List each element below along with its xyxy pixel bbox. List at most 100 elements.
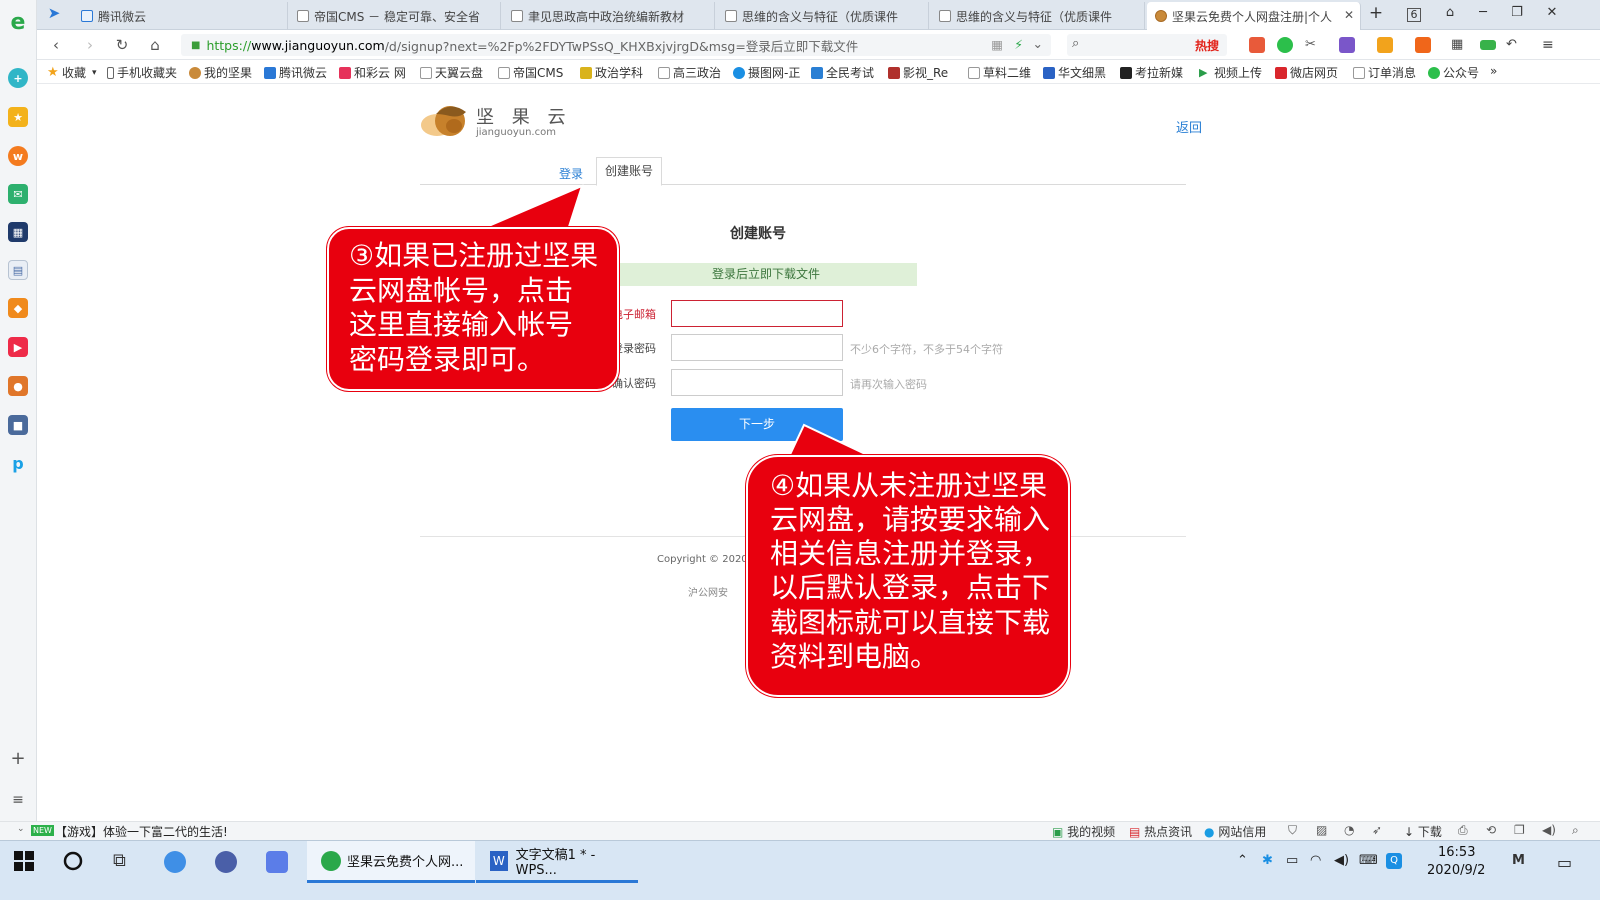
scissors-icon[interactable]: ✂: [1305, 37, 1321, 53]
battery-icon[interactable]: ▭: [1286, 853, 1298, 868]
bookmark-favorites[interactable]: ★ 收藏 ▾: [47, 64, 97, 81]
windows-start-icon[interactable]: [14, 851, 36, 873]
bluetooth-icon[interactable]: ✱: [1262, 853, 1273, 868]
rocket-icon[interactable]: ➶: [1372, 823, 1382, 837]
sidebar-app-icon[interactable]: ▦: [8, 222, 28, 242]
bookmark-item[interactable]: 考拉新媒: [1120, 64, 1183, 81]
sidebar-mail-icon[interactable]: ✉: [8, 184, 28, 204]
bookmark-item[interactable]: 订单消息: [1353, 64, 1416, 81]
password-field[interactable]: [671, 334, 843, 361]
window-icon[interactable]: ❐: [1514, 823, 1525, 837]
taskbar-wps-app[interactable]: W 文字文稿1 * - WPS...: [476, 841, 638, 883]
url-field[interactable]: ■ https://www.jianguoyun.com/d/signup?ne…: [181, 34, 1051, 56]
next-step-button[interactable]: 下一步: [671, 408, 843, 441]
jianguoyun-logo[interactable]: 坚 果 云 jianguoyun.com: [420, 100, 571, 140]
tab-jianguoyun[interactable]: 坚果云免费个人网盘注册|个人 ✕: [1147, 2, 1361, 30]
extension-icon[interactable]: [1415, 37, 1431, 53]
tab-politics[interactable]: 聿见思政高中政治统编新教材: [503, 2, 715, 30]
browser-logo-icon[interactable]: e: [8, 10, 28, 35]
bookmark-item[interactable]: 手机收藏夹: [107, 64, 177, 81]
tab-nav-icon[interactable]: ➤: [44, 4, 64, 22]
lightning-icon[interactable]: ⚡: [1014, 37, 1023, 52]
sidebar-add-icon[interactable]: +: [8, 748, 28, 769]
bookmark-overflow-button[interactable]: »: [1490, 64, 1497, 78]
bookmark-item[interactable]: 公众号: [1428, 64, 1479, 81]
back-link[interactable]: 返回: [1176, 117, 1202, 136]
shield-icon[interactable]: [1377, 37, 1393, 53]
image-icon[interactable]: ▨: [1316, 823, 1327, 837]
baidu-netdisk-icon[interactable]: [164, 851, 186, 873]
bookmark-item[interactable]: 草料二维: [968, 64, 1031, 81]
sidebar-doc-icon[interactable]: ▤: [8, 260, 28, 280]
bookmark-item[interactable]: 摄图网-正: [733, 64, 800, 81]
bookmark-item[interactable]: 全民考试: [811, 64, 874, 81]
speed-icon[interactable]: ◔: [1344, 823, 1354, 837]
sidebar-game2-icon[interactable]: ●: [8, 376, 28, 396]
bookmark-item[interactable]: ▶ 视频上传: [1199, 64, 1262, 81]
cache-icon[interactable]: ⟲: [1486, 823, 1496, 837]
refresh-icon[interactable]: ↻: [112, 36, 132, 54]
bookmark-item[interactable]: 帝国CMS: [498, 64, 563, 81]
tab-thinking-2[interactable]: 思维的含义与特征（优质课件: [931, 2, 1145, 30]
forward-arrow-icon[interactable]: ›: [80, 36, 100, 54]
home-icon[interactable]: ⌂: [145, 36, 165, 54]
sidebar-plus-app-icon[interactable]: +: [8, 68, 28, 88]
bookmark-item[interactable]: 政治学科: [580, 64, 643, 81]
notification-center-icon[interactable]: ▭: [1557, 853, 1572, 872]
menu-icon[interactable]: ≡: [1542, 37, 1558, 53]
bookmark-item[interactable]: 高三政治: [658, 64, 721, 81]
minimize-icon[interactable]: ─: [1473, 5, 1493, 20]
restore-icon[interactable]: ❐: [1507, 5, 1527, 20]
tab-create-account[interactable]: 创建账号: [596, 157, 662, 186]
bookmark-item[interactable]: 天翼云盘: [420, 64, 483, 81]
tab-thinking-1[interactable]: 思维的含义与特征（优质课件: [717, 2, 929, 30]
grid-apps-icon[interactable]: ▦: [1451, 37, 1467, 53]
toolbar-messages-icon[interactable]: [1249, 37, 1265, 53]
tab-count-badge[interactable]: 6: [1407, 8, 1421, 22]
back-arrow-icon[interactable]: ‹: [46, 36, 66, 54]
sidebar-game3-icon[interactable]: ■: [8, 415, 28, 435]
chevron-down-icon[interactable]: ⌄: [1033, 36, 1043, 51]
my-video-link[interactable]: ▣ 我的视频: [1052, 823, 1115, 840]
sidebar-game-icon[interactable]: ◆: [8, 298, 28, 318]
hot-news-link[interactable]: ▤ 热点资讯: [1129, 823, 1192, 840]
printer-icon[interactable]: ⎙: [1458, 823, 1468, 838]
bookmark-item[interactable]: 影视_Re: [888, 64, 948, 81]
tab-close-icon[interactable]: ✕: [1344, 8, 1354, 22]
news-ticker[interactable]: 【游戏】体验一下富二代的生活!: [55, 823, 228, 840]
task-view-icon[interactable]: ⧉: [113, 851, 135, 873]
close-window-icon[interactable]: ✕: [1542, 5, 1562, 20]
tab-empire-cms[interactable]: 帝国CMS － 稳定可靠、安全省: [289, 2, 501, 30]
volume-icon[interactable]: ◀): [1334, 853, 1349, 868]
sidebar-list-icon[interactable]: ≡: [8, 790, 28, 810]
ime-icon[interactable]: ⌨: [1359, 853, 1378, 868]
sidebar-p-icon[interactable]: p: [8, 453, 28, 473]
confirm-password-field[interactable]: [671, 369, 843, 396]
bookmark-item[interactable]: 华文细黑: [1043, 64, 1106, 81]
tab-login[interactable]: 登录: [559, 165, 583, 182]
bookmark-item[interactable]: 和彩云 网: [339, 64, 406, 81]
bookmark-item[interactable]: 我的坚果: [189, 64, 252, 81]
hot-search-label[interactable]: 热搜: [1195, 37, 1219, 54]
tab-tencent-weiyun[interactable]: 腾讯微云: [73, 2, 288, 30]
bookmark-item[interactable]: 微店网页: [1275, 64, 1338, 81]
shield-icon[interactable]: ⛉: [1288, 823, 1297, 838]
zoom-icon[interactable]: ⌕: [1572, 823, 1579, 838]
battery-icon[interactable]: [1480, 40, 1496, 50]
wifi-icon[interactable]: ◠: [1310, 853, 1321, 868]
search-field[interactable]: ⌕ 热搜: [1067, 34, 1227, 56]
tray-chevron-up-icon[interactable]: ⌃: [1237, 853, 1248, 868]
new-tab-button[interactable]: +: [1366, 3, 1386, 23]
toolbar-green-icon[interactable]: [1277, 37, 1293, 53]
shirt-skin-icon[interactable]: ⌂: [1440, 5, 1460, 20]
chevron-down-icon[interactable]: ⌄: [17, 824, 25, 834]
taskbar-browser-app[interactable]: 坚果云免费个人网...: [307, 841, 475, 883]
cortana-search-icon[interactable]: [63, 851, 85, 873]
volume-icon[interactable]: ◀): [1542, 823, 1556, 837]
bookmark-item[interactable]: 腾讯微云: [264, 64, 327, 81]
clock-time[interactable]: 16:53: [1438, 845, 1475, 860]
site-credit-link[interactable]: ● 网站信用: [1204, 823, 1266, 840]
sidebar-favorites-icon[interactable]: ★: [8, 107, 28, 127]
undo-icon[interactable]: ↶: [1506, 37, 1522, 53]
sidebar-video-icon[interactable]: ▶: [8, 337, 28, 357]
